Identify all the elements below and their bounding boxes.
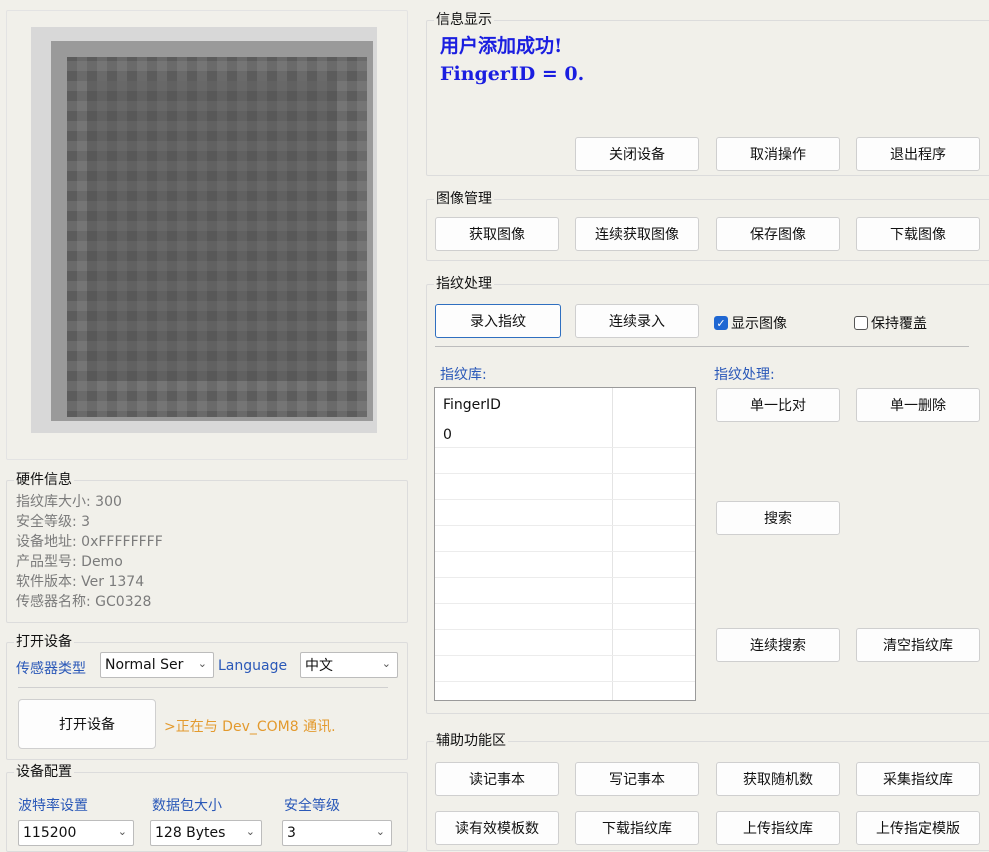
write-notepad-button[interactable]: 写记事本 xyxy=(575,762,699,796)
chevron-down-icon: ⌄ xyxy=(381,657,391,670)
connection-status: >正在与 Dev_COM8 通讯. xyxy=(164,719,336,735)
list-item-empty xyxy=(435,656,695,682)
list-item[interactable]: 0 xyxy=(435,422,695,448)
hw-security-level: 安全等级: 3 xyxy=(16,514,91,530)
checkmark-icon: ✓ xyxy=(714,316,728,330)
keep-cover-checkbox[interactable]: 保持覆盖 xyxy=(854,313,927,333)
language-label: Language xyxy=(218,658,288,674)
baud-rate-label: 波特率设置 xyxy=(18,798,88,814)
list-item-empty xyxy=(435,552,695,578)
cancel-operation-button[interactable]: 取消操作 xyxy=(716,137,840,171)
hw-device-address: 设备地址: 0xFFFFFFFF xyxy=(16,534,163,550)
continuous-search-button[interactable]: 连续搜索 xyxy=(716,628,840,662)
list-item-empty xyxy=(435,578,695,604)
chevron-down-icon: ⌄ xyxy=(375,825,385,838)
continuous-enroll-button[interactable]: 连续录入 xyxy=(575,304,699,338)
save-image-button[interactable]: 保存图像 xyxy=(716,217,840,251)
packet-size-label: 数据包大小 xyxy=(152,798,222,814)
fingerprint-library-label: 指纹库: xyxy=(440,367,487,383)
hw-software-version: 软件版本: Ver 1374 xyxy=(16,574,145,590)
list-item-empty xyxy=(435,630,695,656)
image-management-title: 图像管理 xyxy=(434,191,494,207)
search-button[interactable]: 搜索 xyxy=(716,501,840,535)
get-image-button[interactable]: 获取图像 xyxy=(435,217,559,251)
hardware-info-title: 硬件信息 xyxy=(14,472,74,488)
show-image-checkbox[interactable]: ✓ 显示图像 xyxy=(714,313,787,333)
collect-library-button[interactable]: 采集指纹库 xyxy=(856,762,980,796)
list-item-empty xyxy=(435,526,695,552)
image-display-panel xyxy=(6,10,408,460)
clear-library-button[interactable]: 清空指纹库 xyxy=(856,628,980,662)
fingerprint-image xyxy=(31,27,377,433)
fingerprint-process-label: 指纹处理: xyxy=(714,367,775,383)
read-valid-count-button[interactable]: 读有效模板数 xyxy=(435,811,559,845)
list-item-empty xyxy=(435,500,695,526)
upload-template-button[interactable]: 上传指定模版 xyxy=(856,811,980,845)
language-select[interactable]: 中文 ⌄ xyxy=(300,652,398,678)
exit-program-button[interactable]: 退出程序 xyxy=(856,137,980,171)
fingerprint-processing-divider xyxy=(435,346,969,347)
security-level-label: 安全等级 xyxy=(284,798,340,814)
open-device-title: 打开设备 xyxy=(14,634,74,650)
download-library-button[interactable]: 下载指纹库 xyxy=(575,811,699,845)
list-item-empty xyxy=(435,448,695,474)
fingerid-column-header: FingerID xyxy=(443,397,501,413)
info-message-line1: 用户添加成功! xyxy=(440,35,563,57)
device-config-title: 设备配置 xyxy=(14,764,74,780)
aux-functions-title: 辅助功能区 xyxy=(434,733,508,749)
chevron-down-icon: ⌄ xyxy=(197,657,207,670)
security-level-select[interactable]: 3 ⌄ xyxy=(282,820,392,846)
chevron-down-icon: ⌄ xyxy=(117,825,127,838)
read-notepad-button[interactable]: 读记事本 xyxy=(435,762,559,796)
get-random-button[interactable]: 获取随机数 xyxy=(716,762,840,796)
sensor-type-label: 传感器类型 xyxy=(16,661,86,677)
baud-rate-select[interactable]: 115200 ⌄ xyxy=(18,820,134,846)
hw-product-model: 产品型号: Demo xyxy=(16,554,123,570)
fingerprint-library-list[interactable]: FingerID 0 xyxy=(434,387,696,701)
sensor-type-select[interactable]: Normal Ser ⌄ xyxy=(100,652,214,678)
close-device-button[interactable]: 关闭设备 xyxy=(575,137,699,171)
info-message-line2: FingerID = 0. xyxy=(440,63,585,85)
single-match-button[interactable]: 单一比对 xyxy=(716,388,840,422)
hw-library-size: 指纹库大小: 300 xyxy=(16,494,122,510)
continuous-get-image-button[interactable]: 连续获取图像 xyxy=(575,217,699,251)
checkbox-icon xyxy=(854,316,868,330)
hardware-info-lines: 指纹库大小: 300 安全等级: 3 设备地址: 0xFFFFFFFF 产品型号… xyxy=(16,492,163,612)
open-device-divider xyxy=(18,687,388,688)
chevron-down-icon: ⌄ xyxy=(245,825,255,838)
download-image-button[interactable]: 下载图像 xyxy=(856,217,980,251)
packet-size-select[interactable]: 128 Bytes ⌄ xyxy=(150,820,262,846)
list-item-empty xyxy=(435,604,695,630)
list-item-empty xyxy=(435,474,695,500)
info-display-title: 信息显示 xyxy=(434,12,494,28)
open-device-button[interactable]: 打开设备 xyxy=(18,699,156,749)
list-header[interactable]: FingerID xyxy=(435,392,695,418)
single-delete-button[interactable]: 单一删除 xyxy=(856,388,980,422)
fingerprint-processing-title: 指纹处理 xyxy=(434,276,494,292)
enroll-fingerprint-button[interactable]: 录入指纹 xyxy=(435,304,561,338)
hw-sensor-name: 传感器名称: GC0328 xyxy=(16,594,152,610)
upload-library-button[interactable]: 上传指纹库 xyxy=(716,811,840,845)
